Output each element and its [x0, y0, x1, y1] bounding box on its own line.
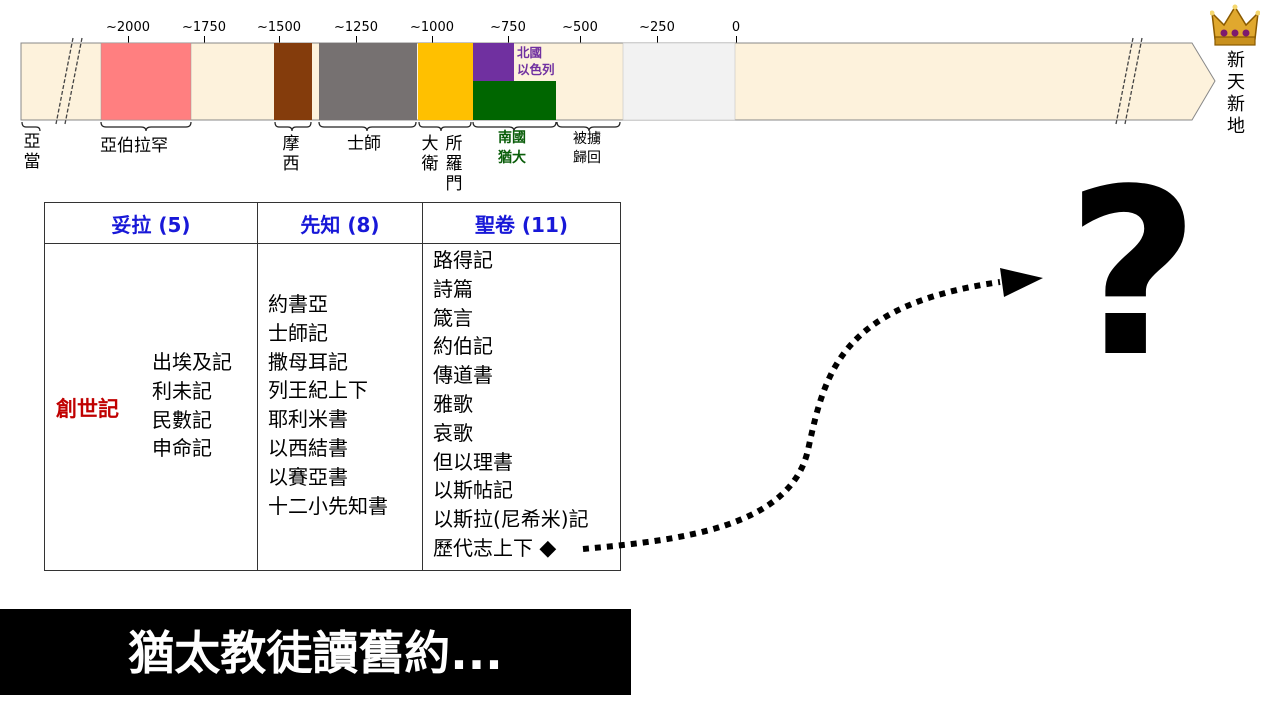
dotted-arrow-path: [582, 279, 1001, 552]
arrow-head-icon: [1000, 268, 1043, 297]
question-mark: ?: [1066, 141, 1200, 408]
banner-text: 猶太教徒讀舊約...: [128, 626, 503, 680]
